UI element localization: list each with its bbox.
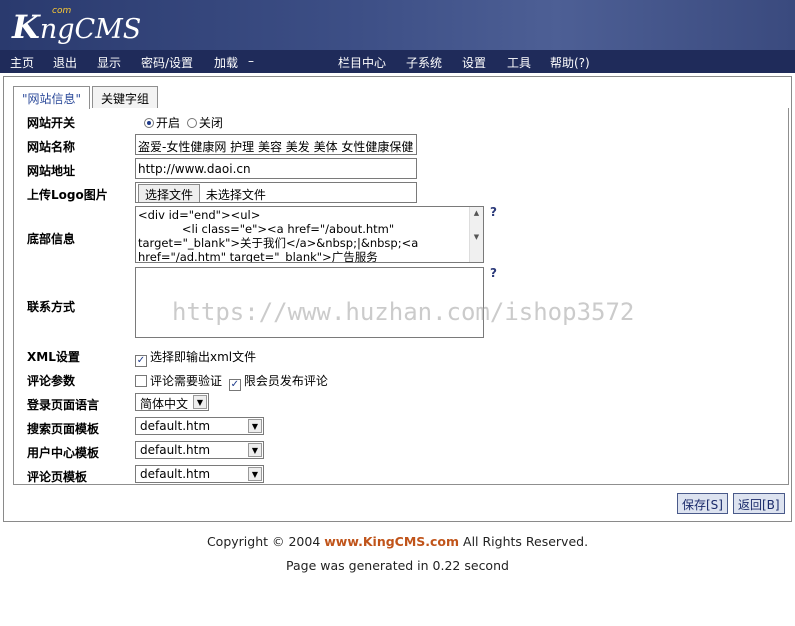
nav-item-tools[interactable]: 工具 [507, 54, 531, 71]
comment-verify-checkbox[interactable] [135, 375, 147, 387]
copyright-line: Copyright © 2004 www.KingCMS.com All Rig… [0, 534, 795, 549]
logo-letter: K [12, 8, 40, 46]
site-name-input[interactable]: 盗爱-女性健康网 护理 美容 美发 美体 女性健康保健 [135, 134, 417, 155]
nav-item-home[interactable]: 主页 [10, 54, 34, 71]
nav-item-load[interactable]: 加载 [214, 54, 238, 71]
logo-text: ngCMS [39, 14, 142, 45]
comment-options: 评论需要验证 ✓ 限会员发布评论 [135, 372, 328, 391]
chevron-down-icon: ▼ [248, 443, 262, 457]
chevron-down-icon: ▼ [193, 395, 207, 409]
xml-option-label: 选择即输出xml文件 [150, 350, 257, 364]
top-nav: 主页 退出 显示 密码/设置 加载 – 栏目中心 子系统 设置 工具 帮助(?) [0, 50, 795, 73]
site-url-label: 网站地址 [27, 164, 76, 178]
site-name-label: 网站名称 [27, 140, 76, 154]
nav-separator: – [248, 54, 254, 68]
nav-item-password-settings[interactable]: 密码/设置 [141, 54, 193, 71]
search-tpl-select[interactable]: default.htm ▼ [135, 417, 264, 435]
back-button[interactable]: 返回[B] [733, 493, 785, 514]
user-tpl-value: default.htm [140, 443, 211, 457]
file-status: 未选择文件 [205, 188, 266, 202]
site-switch-label: 网站开关 [27, 116, 76, 130]
header-banner: KngCMS com [0, 0, 795, 50]
scroll-up-icon[interactable]: ▲ [470, 209, 483, 217]
copyright-prefix: Copyright © 2004 [206, 534, 325, 549]
footer-code-line: <li class="e"><a href="/about.htm" [138, 222, 395, 236]
login-lang-value: 简体中文 [140, 397, 189, 411]
footer-code-line: target="_blank">关于我们</a>&nbsp;|&nbsp;<a [138, 236, 419, 250]
contact-label: 联系方式 [27, 300, 76, 314]
nav-item-subsystem[interactable]: 子系统 [406, 54, 442, 71]
copyright-suffix: All Rights Reserved. [459, 534, 589, 549]
footer-help-icon[interactable]: ? [490, 205, 497, 219]
site-switch-group: 开启 关闭 [144, 114, 223, 131]
nav-item-help[interactable]: 帮助(?) [550, 54, 590, 71]
nav-item-display[interactable]: 显示 [97, 54, 121, 71]
members-only-label: 限会员发布评论 [243, 374, 328, 388]
textarea-scrollbar[interactable]: ▲ ▼ [469, 207, 483, 262]
site-switch-on-label: 开启 [156, 116, 181, 130]
xml-option: ✓ 选择即输出xml文件 [135, 348, 256, 367]
footer-info-label: 底部信息 [27, 232, 76, 246]
login-lang-select[interactable]: 简体中文 ▼ [135, 393, 209, 411]
choose-file-button[interactable]: 选择文件 [138, 184, 201, 202]
scroll-down-icon[interactable]: ▼ [470, 233, 483, 241]
logo-upload-label: 上传Logo图片 [27, 188, 108, 202]
comment-params-label: 评论参数 [27, 374, 76, 388]
footer-code-line: <div id="end"><ul> [138, 208, 261, 222]
nav-item-column-center[interactable]: 栏目中心 [338, 54, 386, 71]
chevron-down-icon: ▼ [248, 419, 262, 433]
user-tpl-label: 用户中心模板 [27, 446, 100, 460]
chevron-down-icon: ▼ [248, 467, 262, 481]
comment-tpl-value: default.htm [140, 467, 211, 481]
site-switch-off-label: 关闭 [198, 116, 223, 130]
login-lang-label: 登录页面语言 [27, 398, 100, 412]
contact-help-icon[interactable]: ? [490, 266, 497, 280]
comment-tpl-label: 评论页模板 [27, 470, 88, 484]
members-only-checkbox[interactable]: ✓ [228, 379, 241, 391]
brand-link[interactable]: www.KingCMS.com [324, 534, 459, 549]
search-tpl-label: 搜索页面模板 [27, 422, 100, 436]
footer-code-line: href="/ad.htm" target="_blank">广告服务 [138, 250, 378, 263]
xml-checkbox[interactable]: ✓ [135, 355, 147, 367]
tab-keyword-groups[interactable]: 关键字组 [92, 86, 159, 108]
nav-item-settings[interactable]: 设置 [462, 54, 486, 71]
tab-site-info[interactable]: "网站信息" [13, 86, 91, 109]
comment-verify-label: 评论需要验证 [150, 374, 223, 388]
site-url-input[interactable]: http://www.daoi.cn [135, 158, 417, 179]
logo-upload-field: 选择文件 未选择文件 [135, 182, 417, 203]
watermark-text: https://www.huzhan.com/ishop3572 [172, 298, 635, 326]
nav-item-logout[interactable]: 退出 [53, 54, 77, 71]
settings-form: 网站开关 开启 关闭 网站名称 盗爱-女性健康网 护理 美容 美发 美体 女性健… [13, 108, 789, 485]
user-tpl-select[interactable]: default.htm ▼ [135, 441, 264, 459]
kingcms-logo[interactable]: KngCMS com [12, 6, 142, 46]
xml-label: XML设置 [27, 350, 80, 364]
footer-info-textarea[interactable]: <div id="end"><ul> <li class="e"><a href… [135, 206, 484, 263]
comment-tpl-select[interactable]: default.htm ▼ [135, 465, 264, 483]
logo-com: com [52, 6, 72, 16]
site-switch-on-radio[interactable] [144, 118, 154, 128]
search-tpl-value: default.htm [140, 419, 211, 433]
save-button[interactable]: 保存[S] [677, 493, 728, 514]
generation-time: Page was generated in 0.22 second [286, 558, 509, 573]
site-switch-off-radio[interactable] [186, 118, 197, 128]
